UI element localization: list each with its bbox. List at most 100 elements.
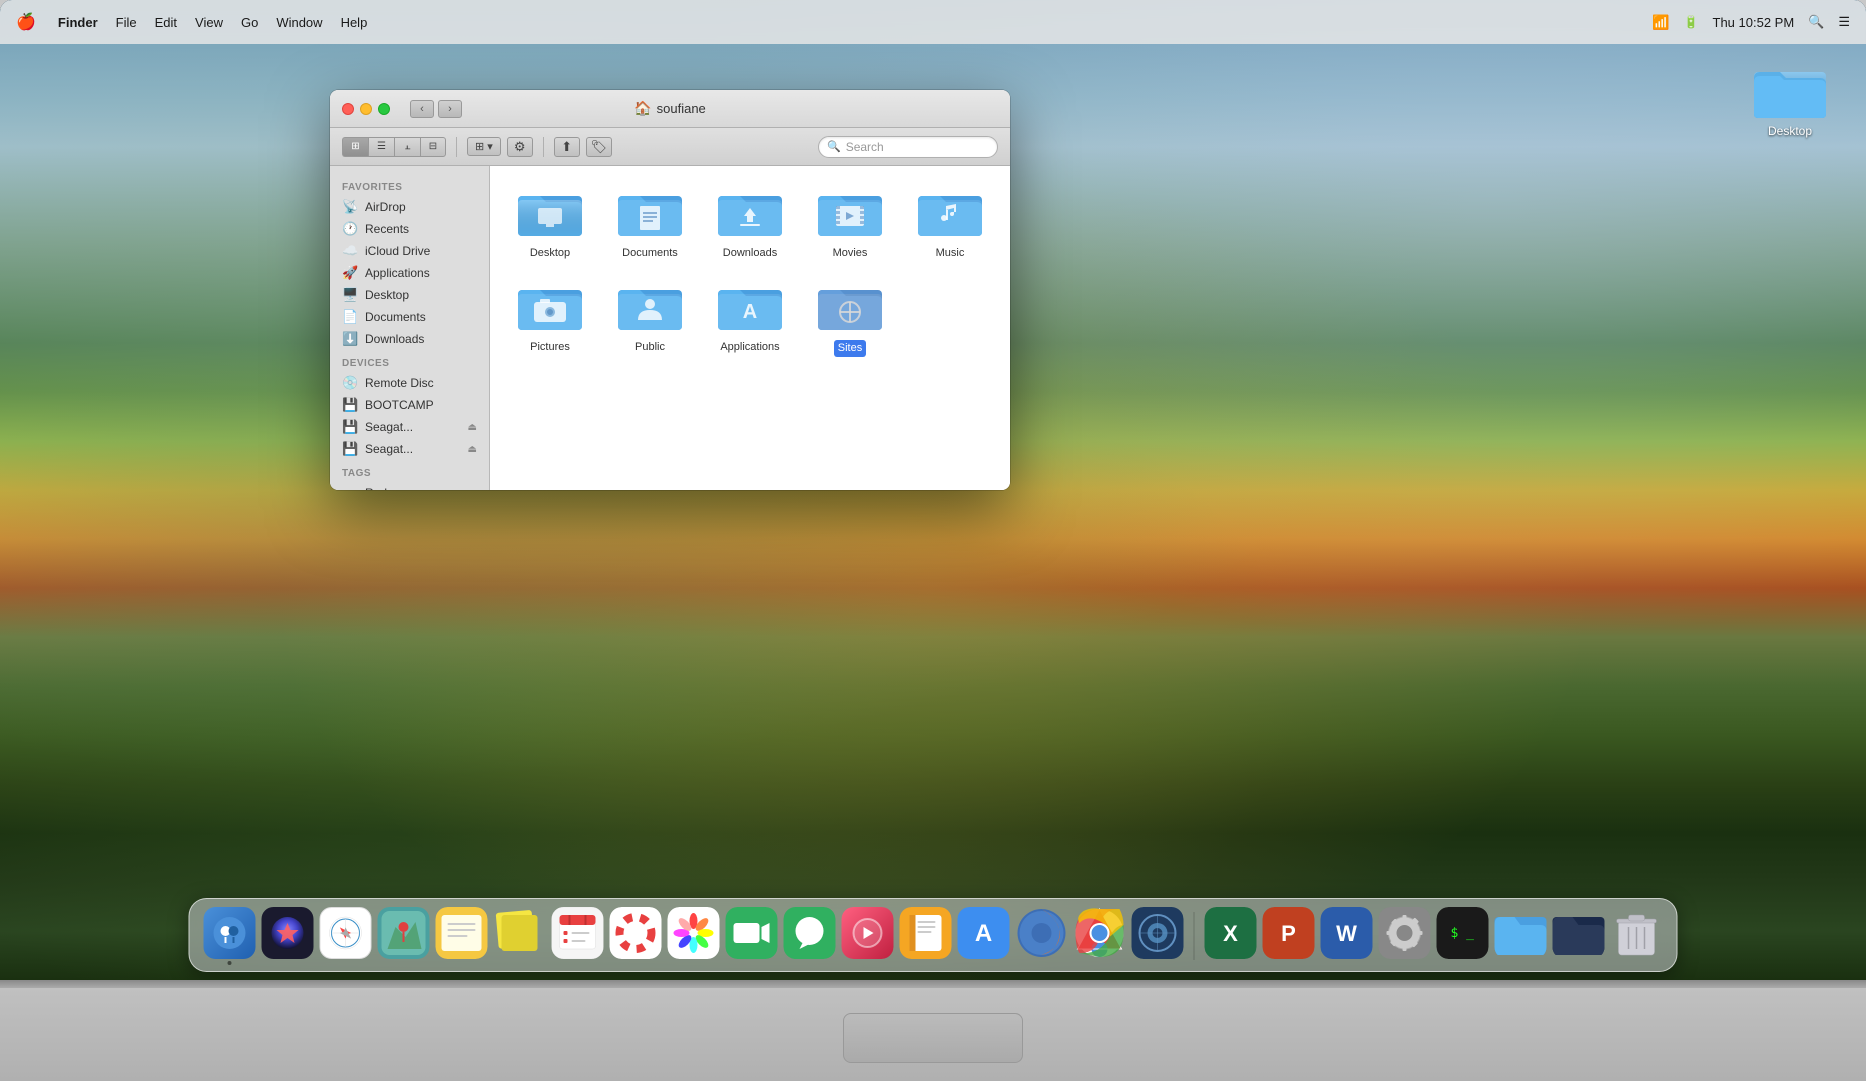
folder-item-downloads[interactable]: Downloads <box>710 186 790 260</box>
dock-icon-stickies <box>494 907 546 959</box>
folder-item-public[interactable]: Public <box>610 280 690 356</box>
folder-item-sites[interactable]: Sites <box>810 280 890 356</box>
dock-item-photos[interactable] <box>668 907 720 965</box>
sidebar-item-desktop[interactable]: 🖥️ Desktop <box>330 284 489 306</box>
list-icon[interactable]: ☰ <box>1838 14 1850 30</box>
folder-item-music[interactable]: Music <box>910 186 990 260</box>
help-menu[interactable]: Help <box>341 15 368 30</box>
folder-icon-public <box>618 280 682 334</box>
dock-item-finder[interactable] <box>204 907 256 965</box>
dock-icon-finder2 <box>1495 907 1547 959</box>
sidebar-item-remote-disc[interactable]: 💿 Remote Disc <box>330 372 489 394</box>
sidebar-item-documents[interactable]: 📄 Documents <box>330 306 489 328</box>
wifi-icon: 📶 <box>1652 14 1669 31</box>
clock: Thu 10:52 PM <box>1713 15 1795 30</box>
folder-icon-desktop <box>518 186 582 240</box>
dock-item-messages[interactable] <box>784 907 836 965</box>
close-button[interactable] <box>342 103 354 115</box>
sidebar-item-airdrop[interactable]: 📡 AirDrop <box>330 196 489 218</box>
sidebar-item-recents[interactable]: 🕐 Recents <box>330 218 489 240</box>
dock-separator <box>1194 912 1195 960</box>
bootcamp-icon: 💾 <box>342 397 358 413</box>
dock-item-notes[interactable] <box>436 907 488 965</box>
edit-menu[interactable]: Edit <box>155 15 177 30</box>
dock-item-word[interactable]: W <box>1321 907 1373 965</box>
dock-item-maps[interactable] <box>378 907 430 965</box>
go-menu[interactable]: Go <box>241 15 258 30</box>
trackpad[interactable] <box>843 1013 1023 1063</box>
dock-item-powerpoint[interactable]: P <box>1263 907 1315 965</box>
finder-body: Favorites 📡 AirDrop 🕐 Recents ☁️ iCloud … <box>330 166 1010 490</box>
maximize-button[interactable] <box>378 103 390 115</box>
dock-icon-reminders <box>552 907 604 959</box>
dock-icon-facetime <box>726 907 778 959</box>
finder-toolbar: ⊞ ☰ ⫠ ⊟ ⊞ ▾ ⚙ ⬆ 🏷 🔍 <box>330 128 1010 166</box>
dock-icon-appstore: A <box>958 907 1010 959</box>
search-icon[interactable]: 🔍 <box>1808 14 1824 30</box>
view-menu[interactable]: View <box>195 15 223 30</box>
sidebar-item-icloud[interactable]: ☁️ iCloud Drive <box>330 240 489 262</box>
dock-item-appstore[interactable]: A <box>958 907 1010 965</box>
window-menu[interactable]: Window <box>276 15 322 30</box>
dock-item-aviator[interactable] <box>1132 907 1184 965</box>
minimize-button[interactable] <box>360 103 372 115</box>
dock-item-terminal[interactable]: $ _ <box>1437 907 1489 965</box>
dock-item-chrome[interactable] <box>1074 907 1126 965</box>
finder-titlebar: ‹ › 🏠 soufiane <box>330 90 1010 128</box>
eject1-icon[interactable]: ⏏ <box>468 422 477 433</box>
folder-label-pictures: Pictures <box>530 340 570 354</box>
svg-text:A: A <box>975 920 992 947</box>
dock-icon-dark-folder <box>1553 907 1605 959</box>
folder-item-pictures[interactable]: Pictures <box>510 280 590 356</box>
dock-item-dark-folder[interactable] <box>1553 907 1605 965</box>
dock-item-something[interactable] <box>610 907 662 965</box>
file-menu[interactable]: File <box>116 15 137 30</box>
sidebar-item-bootcamp[interactable]: 💾 BOOTCAMP <box>330 394 489 416</box>
dock-item-launchpad[interactable] <box>262 907 314 965</box>
sort-button[interactable]: ⊞ ▾ <box>467 137 501 156</box>
icon-view-button[interactable]: ⊞ <box>342 137 368 157</box>
column-view-button[interactable]: ⫠ <box>394 137 420 157</box>
folder-item-documents[interactable]: Documents <box>610 186 690 260</box>
dock-item-excel[interactable]: X <box>1205 907 1257 965</box>
dock-item-itunes[interactable] <box>842 907 894 965</box>
dock-item-reminders[interactable] <box>552 907 604 965</box>
sidebar-item-tag-red[interactable]: ● Red <box>330 482 489 490</box>
folder-item-movies[interactable]: Movies <box>810 186 890 260</box>
dock-item-sysprefs[interactable] <box>1379 907 1431 965</box>
finder-menu[interactable]: Finder <box>58 15 98 30</box>
apple-menu-icon[interactable]: 🍎 <box>16 12 36 32</box>
desktop-folder-item[interactable]: Desktop <box>1754 60 1826 138</box>
folder-item-desktop[interactable]: Desktop <box>510 186 590 260</box>
share-button[interactable]: ⬆ <box>554 137 580 157</box>
folder-label-music: Music <box>936 246 965 260</box>
dock-item-ibooks[interactable] <box>900 907 952 965</box>
folder-grid-row2: Pictures <box>510 280 990 356</box>
search-box[interactable]: 🔍 Search <box>818 136 998 158</box>
dock-item-facetime[interactable] <box>726 907 778 965</box>
dock-icon-photos <box>668 907 720 959</box>
dock-icon-terminal: $ _ <box>1437 907 1489 959</box>
sidebar-item-seagate2[interactable]: 💾 Seagat... ⏏ <box>330 438 489 460</box>
dock-item-firefox[interactable] <box>1016 907 1068 965</box>
dock-item-trash[interactable] <box>1611 907 1663 965</box>
sidebar-item-downloads[interactable]: ⬇️ Downloads <box>330 328 489 350</box>
icloud-label: iCloud Drive <box>365 244 430 258</box>
folder-item-applications[interactable]: A Applications <box>710 280 790 356</box>
back-button[interactable]: ‹ <box>410 100 434 118</box>
gallery-view-button[interactable]: ⊟ <box>420 137 446 157</box>
dock-icon-launchpad <box>262 907 314 959</box>
forward-button[interactable]: › <box>438 100 462 118</box>
sidebar-item-seagate1[interactable]: 💾 Seagat... ⏏ <box>330 416 489 438</box>
sidebar-item-applications[interactable]: 🚀 Applications <box>330 262 489 284</box>
svg-text:P: P <box>1281 921 1296 946</box>
folder-label-desktop: Desktop <box>530 246 570 260</box>
dock-item-stickies[interactable] <box>494 907 546 965</box>
folder-grid-row1: Desktop <box>510 186 990 260</box>
tag-button[interactable]: 🏷 <box>586 137 612 157</box>
eject2-icon[interactable]: ⏏ <box>468 444 477 455</box>
dock-item-safari[interactable] <box>320 907 372 965</box>
action-button[interactable]: ⚙ <box>507 137 533 157</box>
list-view-button[interactable]: ☰ <box>368 137 394 157</box>
dock-item-finder2[interactable] <box>1495 907 1547 965</box>
